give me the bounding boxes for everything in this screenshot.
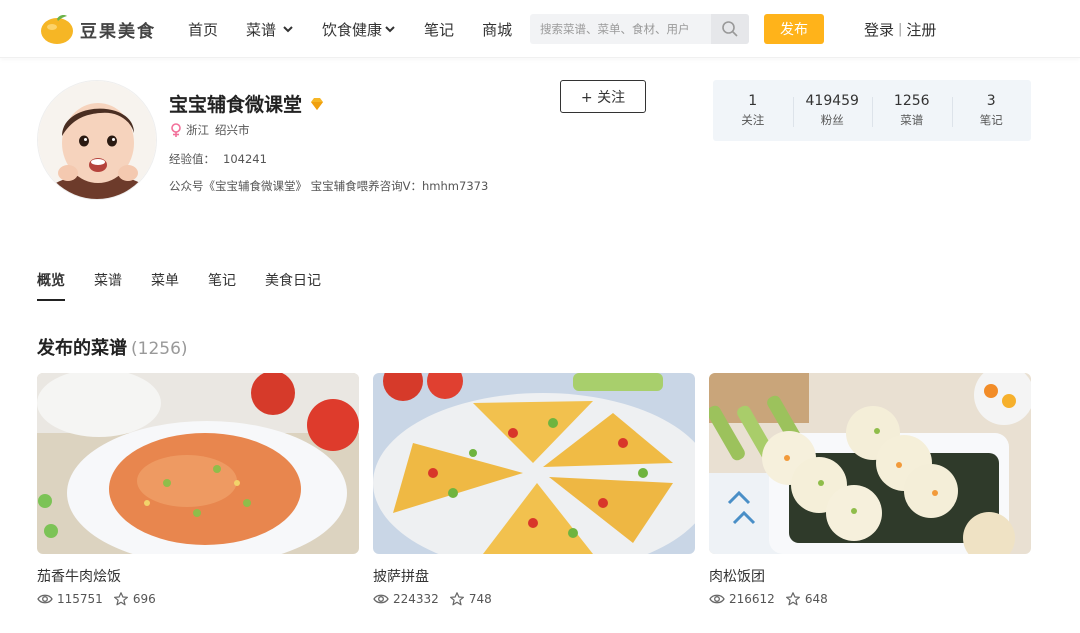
recipe-likes: 648 [785,592,828,606]
tab-notes[interactable]: 笔记 [208,270,236,301]
province-text: 浙江 [186,123,209,137]
recipe-title[interactable]: 肉松饭团 [709,566,1032,586]
profile-name-text: 宝宝辅食微课堂 [169,94,303,116]
recipe-meta: 216612 648 [709,592,1032,606]
nav-item-recipes[interactable]: 菜谱 [246,19,294,40]
site-logo[interactable]: 豆果美食 [40,12,156,46]
chevron-down-icon [283,26,293,33]
city-text: 绍兴市 [215,123,250,137]
recipe-likes: 696 [113,592,156,606]
view-count: 216612 [729,592,775,606]
publish-button[interactable]: 发布 [764,14,824,44]
female-gender-icon [171,123,181,137]
stat-recipes[interactable]: 1256 菜谱 [872,93,952,128]
recipe-thumbnail[interactable] [373,373,695,554]
tab-overview[interactable]: 概览 [37,270,65,301]
view-count: 224332 [393,592,439,606]
profile-location: 浙江 绍兴市 [169,122,250,138]
tab-menus[interactable]: 菜单 [151,270,179,301]
recipe-card[interactable]: 披萨拼盘 224332 748 [373,373,696,606]
like-count: 748 [468,592,492,606]
nav-item-home[interactable]: 首页 [188,19,218,40]
auth-separator: | [898,22,903,37]
stat-value: 1 [748,93,758,109]
top-navigation-bar: 豆果美食 首页 菜谱 饮食健康 笔记 商城 搜索菜谱、菜单、食材、用户 发布 登… [0,0,1080,58]
recipe-thumbnail[interactable] [709,373,1031,554]
like-count: 648 [804,592,828,606]
exp-value: 104241 [223,152,267,166]
nav-item-label: 饮食健康 [322,20,383,39]
nav-item-label: 商城 [482,20,513,39]
recipe-meta: 224332 748 [373,592,696,606]
star-icon [113,592,128,606]
recipe-meta: 115751 696 [37,592,360,606]
pizza-platter-image [373,373,695,554]
tab-recipes[interactable]: 菜谱 [94,270,122,301]
search-box [530,14,749,44]
main-nav: 首页 菜谱 饮食健康 笔记 商城 [188,0,540,58]
exp-label: 经验值： [169,152,215,166]
profile-stats: 1 关注 419459 粉丝 1256 菜谱 3 笔记 [713,80,1031,141]
stat-label: 笔记 [979,113,1003,127]
tab-food-diary[interactable]: 美食日记 [265,270,321,301]
rice-ball-image [709,373,1031,554]
baby-avatar-image [38,81,156,199]
like-count: 696 [132,592,156,606]
diamond-badge-icon [311,97,324,110]
login-link[interactable]: 登录 [864,19,894,40]
recipe-likes: 748 [449,592,492,606]
follow-button[interactable]: + 关注 [560,80,646,113]
section-title-text: 发布的菜谱 [37,338,127,359]
profile-name: 宝宝辅食微课堂 [169,90,324,117]
auth-links: 登录 | 注册 [864,19,936,40]
stat-following[interactable]: 1 关注 [713,93,793,128]
profile-tabs: 概览 菜谱 菜单 笔记 美食日记 [37,270,350,301]
search-button[interactable] [711,14,749,44]
view-count: 115751 [57,592,103,606]
logo-text: 豆果美食 [80,21,156,42]
nav-item-label: 菜谱 [246,20,277,39]
register-link[interactable]: 注册 [906,19,936,40]
eye-icon [37,594,53,604]
nav-item-label: 首页 [188,20,219,39]
section-title: 发布的菜谱 (1256) [37,334,188,360]
stat-value: 1256 [893,93,930,109]
eye-icon [709,594,725,604]
recipe-card-list: 茄香牛肉烩饭 115751 696 披萨拼盘 224332 748 肉松饭团 2… [37,373,1045,606]
search-icon [722,21,738,37]
star-icon [785,592,800,606]
stat-label: 关注 [741,113,765,127]
recipe-title[interactable]: 披萨拼盘 [373,566,696,586]
experience-points: 经验值： 104241 [169,151,267,167]
nav-item-mall[interactable]: 商城 [482,19,512,40]
recipe-thumbnail[interactable] [37,373,359,554]
stat-fans[interactable]: 419459 粉丝 [792,93,873,128]
nav-item-notes[interactable]: 笔记 [424,19,454,40]
nav-item-label: 笔记 [424,20,455,39]
beef-risotto-image [37,373,359,554]
nav-item-diet-health[interactable]: 饮食健康 [322,19,396,40]
recipe-title[interactable]: 茄香牛肉烩饭 [37,566,360,586]
stat-label: 菜谱 [900,113,924,127]
bean-logo-icon [41,15,73,44]
search-input[interactable] [530,14,710,44]
recipe-card[interactable]: 肉松饭团 216612 648 [709,373,1032,606]
recipe-card[interactable]: 茄香牛肉烩饭 115751 696 [37,373,360,606]
stat-value: 3 [986,93,996,109]
stat-label: 粉丝 [820,113,844,127]
profile-bio: 公众号《宝宝辅食微课堂》 宝宝辅食喂养咨询V：hmhm7373 [169,179,489,193]
section-count: (1256) [131,339,188,359]
eye-icon [373,594,389,604]
stat-notes[interactable]: 3 笔记 [951,93,1032,128]
stat-value: 419459 [805,93,859,109]
star-icon [449,592,464,606]
avatar [37,80,157,200]
chevron-down-icon [385,26,395,33]
